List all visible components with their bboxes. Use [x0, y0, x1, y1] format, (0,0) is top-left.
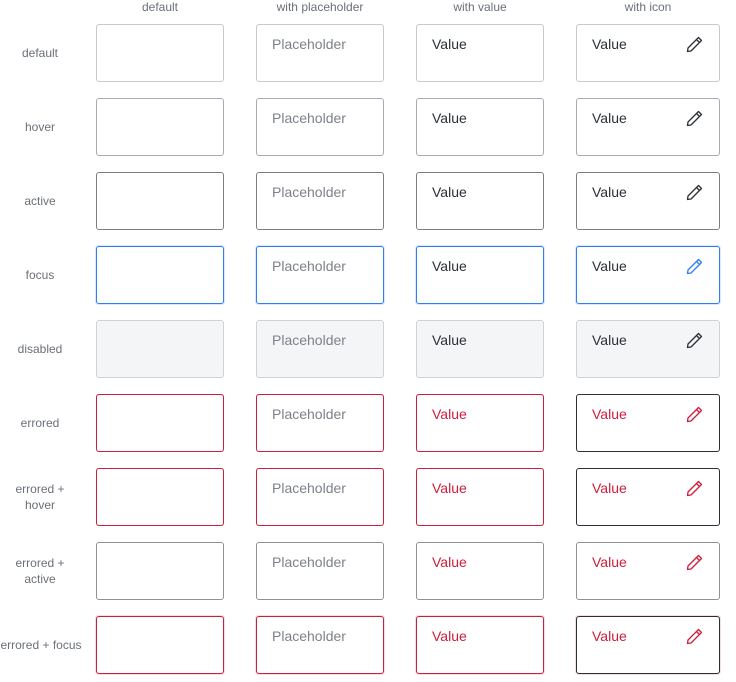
input-placeholder: Placeholder — [272, 332, 346, 348]
text-input-focus-with-placeholder[interactable]: Placeholder — [256, 246, 384, 304]
text-input-active-with-icon[interactable]: Value — [576, 172, 720, 230]
text-input-active-default[interactable] — [96, 172, 224, 230]
text-input-disabled-with-icon: Value — [576, 320, 720, 378]
text-input-errored-with-icon[interactable]: Value — [576, 394, 720, 452]
input-placeholder: Placeholder — [272, 628, 346, 644]
row-label-disabled: disabled — [17, 342, 63, 356]
text-input-errored-active-with-icon[interactable]: Value — [576, 542, 720, 600]
column-header-with-placeholder: with placeholder — [276, 0, 364, 14]
input-value: Value — [592, 110, 627, 126]
input-placeholder: Placeholder — [272, 36, 346, 52]
pencil-icon[interactable] — [685, 257, 703, 275]
text-input-focus-with-value[interactable]: Value — [416, 246, 544, 304]
row-label-default: default — [21, 46, 59, 60]
input-placeholder: Placeholder — [272, 258, 346, 274]
pencil-icon[interactable] — [685, 479, 703, 497]
input-value: Value — [592, 332, 627, 348]
row-label-errored-active: errored + active — [15, 556, 65, 586]
text-input-default-with-placeholder[interactable]: Placeholder — [256, 24, 384, 82]
text-input-active-with-value[interactable]: Value — [416, 172, 544, 230]
text-input-errored-hover-with-icon[interactable]: Value — [576, 468, 720, 526]
row-label-errored-focus: errored + focus — [0, 638, 82, 652]
input-value: Value — [592, 258, 627, 274]
text-input-focus-default[interactable] — [96, 246, 224, 304]
text-input-errored-hover-with-value[interactable]: Value — [416, 468, 544, 526]
text-input-errored-focus-with-placeholder[interactable]: Placeholder — [256, 616, 384, 674]
pencil-icon[interactable] — [685, 109, 703, 127]
text-input-errored-hover-with-placeholder[interactable]: Placeholder — [256, 468, 384, 526]
input-value: Value — [432, 110, 467, 126]
text-input-default-with-icon[interactable]: Value — [576, 24, 720, 82]
column-header-with-value: with value — [453, 0, 507, 14]
text-input-default-with-value[interactable]: Value — [416, 24, 544, 82]
input-value: Value — [432, 36, 467, 52]
column-header-with-icon: with icon — [624, 0, 672, 14]
text-input-active-with-placeholder[interactable]: Placeholder — [256, 172, 384, 230]
row-label-active: active — [24, 194, 56, 208]
column-header-default: default — [141, 0, 179, 14]
text-input-disabled-default — [96, 320, 224, 378]
input-value: Value — [432, 554, 467, 570]
pencil-icon[interactable] — [685, 405, 703, 423]
row-label-errored-hover: errored + hover — [15, 482, 65, 512]
input-value: Value — [592, 480, 627, 496]
input-value: Value — [592, 406, 627, 422]
text-input-disabled-with-placeholder: Placeholder — [256, 320, 384, 378]
text-input-disabled-with-value: Value — [416, 320, 544, 378]
input-value: Value — [432, 184, 467, 200]
input-value: Value — [592, 36, 627, 52]
input-placeholder: Placeholder — [272, 480, 346, 496]
text-input-hover-with-value[interactable]: Value — [416, 98, 544, 156]
text-input-errored-active-with-value[interactable]: Value — [416, 542, 544, 600]
text-input-errored-focus-with-icon[interactable]: Value — [576, 616, 720, 674]
text-input-hover-default[interactable] — [96, 98, 224, 156]
input-value: Value — [592, 554, 627, 570]
text-input-errored-focus-with-value[interactable]: Value — [416, 616, 544, 674]
pencil-icon[interactable] — [685, 35, 703, 53]
text-input-errored-focus-default[interactable] — [96, 616, 224, 674]
pencil-icon[interactable] — [685, 183, 703, 201]
text-input-default-default[interactable] — [96, 24, 224, 82]
input-value: Value — [592, 184, 627, 200]
input-value: Value — [432, 258, 467, 274]
input-placeholder: Placeholder — [272, 406, 346, 422]
text-input-errored-hover-default[interactable] — [96, 468, 224, 526]
text-input-errored-default[interactable] — [96, 394, 224, 452]
pencil-icon[interactable] — [685, 627, 703, 645]
text-input-hover-with-placeholder[interactable]: Placeholder — [256, 98, 384, 156]
text-input-errored-with-placeholder[interactable]: Placeholder — [256, 394, 384, 452]
row-label-focus: focus — [25, 268, 55, 282]
input-value: Value — [592, 628, 627, 644]
input-value: Value — [432, 406, 467, 422]
text-input-focus-with-icon[interactable]: Value — [576, 246, 720, 304]
input-value: Value — [432, 628, 467, 644]
input-placeholder: Placeholder — [272, 110, 346, 126]
text-input-errored-active-with-placeholder[interactable]: Placeholder — [256, 542, 384, 600]
row-label-errored: errored — [20, 416, 60, 430]
input-value: Value — [432, 332, 467, 348]
pencil-icon[interactable] — [685, 331, 703, 349]
row-label-hover: hover — [24, 120, 56, 134]
text-input-errored-active-default[interactable] — [96, 542, 224, 600]
text-input-errored-with-value[interactable]: Value — [416, 394, 544, 452]
input-placeholder: Placeholder — [272, 554, 346, 570]
pencil-icon[interactable] — [685, 553, 703, 571]
input-value: Value — [432, 480, 467, 496]
text-input-hover-with-icon[interactable]: Value — [576, 98, 720, 156]
input-placeholder: Placeholder — [272, 184, 346, 200]
